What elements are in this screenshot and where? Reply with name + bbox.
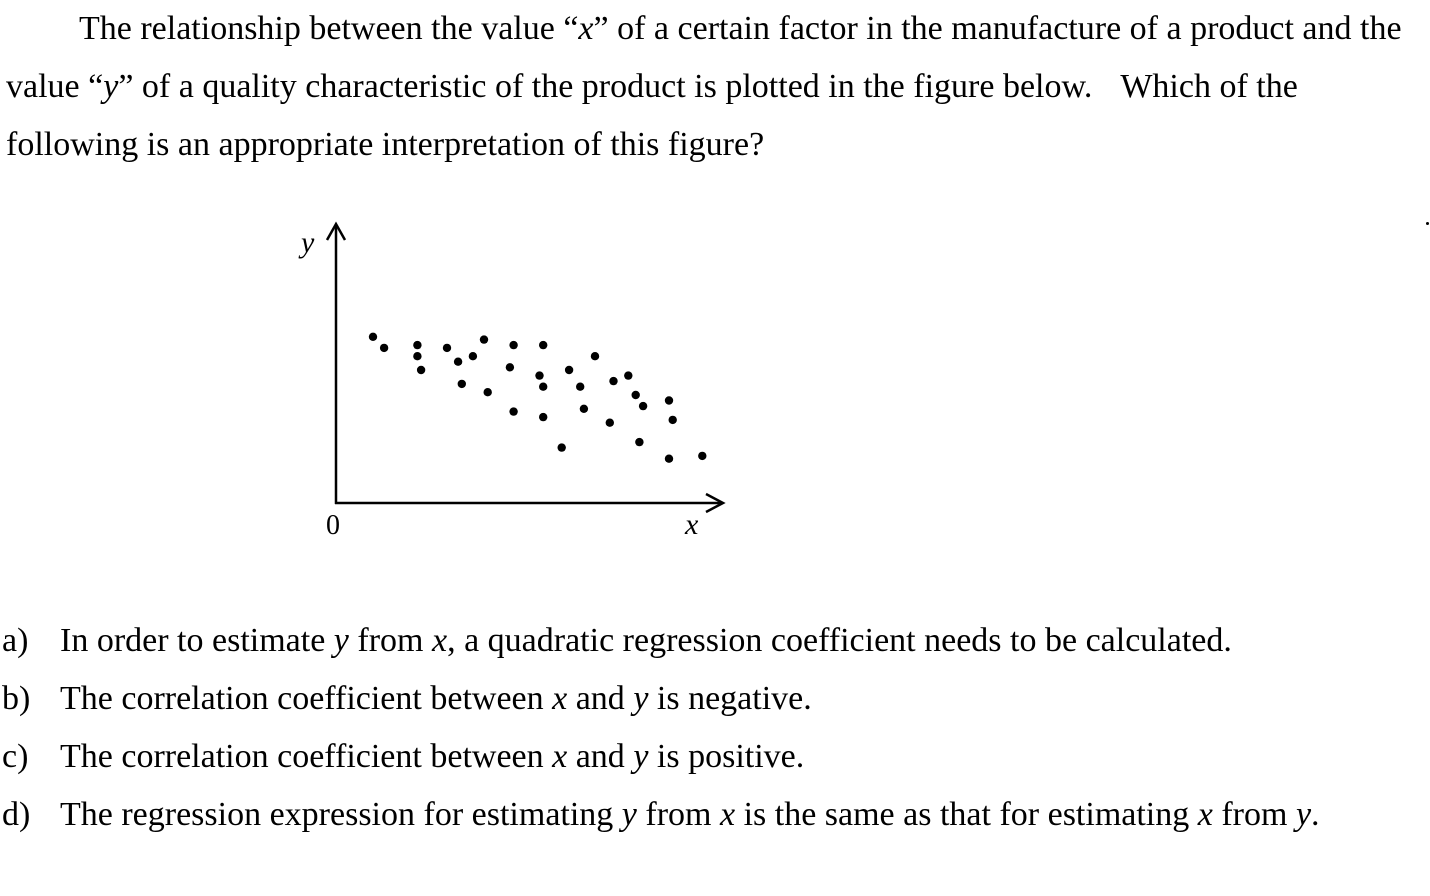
scatter-point-5 (416, 365, 426, 375)
scatter-point-10 (479, 335, 489, 344)
option-text-part: , a quadratic regression coefficient nee… (447, 622, 1232, 659)
option-variable: x (552, 680, 568, 717)
scatter-point-9 (468, 352, 478, 361)
origin-label: 0 (326, 510, 340, 541)
scatter-point-24 (605, 418, 614, 427)
data-points (368, 332, 707, 463)
stray-dot (1426, 222, 1429, 225)
scatter-point-26 (624, 371, 633, 380)
option-text-part: . (1311, 796, 1320, 833)
option-text-part: and (567, 680, 634, 717)
option-variable: y (633, 680, 649, 717)
scatter-point-15 (539, 340, 548, 350)
scatter-point-33 (698, 451, 707, 461)
scatter-point-29 (638, 401, 648, 411)
option-text: In order to estimate y from x, a quadrat… (60, 622, 1232, 659)
option-variable: x (552, 738, 568, 775)
scatter-point-30 (664, 396, 674, 405)
scatter-point-1 (368, 332, 378, 341)
option-text: The regression expression for estimating… (60, 796, 1320, 833)
option-text-part: The regression expression for estimating (60, 796, 622, 833)
scatter-point-2 (379, 343, 389, 353)
option-text: The correlation coefficient between x an… (60, 680, 812, 717)
scatter-point-23 (590, 352, 600, 361)
scatter-point-6 (442, 343, 452, 353)
scatter-point-20 (564, 365, 574, 375)
question-part-3: ” of a quality characteristic of the pro… (118, 68, 1093, 105)
option-variable: x (431, 622, 448, 659)
scatter-point-7 (453, 357, 463, 366)
option-variable: y (1295, 796, 1312, 833)
y-axis-label: y (298, 226, 315, 259)
scatter-point-22 (579, 404, 589, 413)
option-variable: x (719, 796, 736, 833)
option-text-part: and (567, 738, 634, 775)
option-text-part: from (1212, 796, 1296, 833)
answer-options: a) In order to estimate y from x, a quadr… (0, 612, 1430, 844)
scatter-plot: y x 0 (298, 221, 726, 541)
scatter-point-19 (557, 443, 566, 452)
question-var-x: x (578, 10, 594, 47)
option-text-part: The correlation coefficient between (60, 680, 553, 717)
option-text: The correlation coefficient between x an… (60, 738, 804, 775)
option-letter: b) (2, 680, 31, 717)
scatter-point-31 (668, 415, 677, 425)
scatter-figure: y x 0 (280, 210, 750, 550)
scatter-point-16 (535, 371, 544, 380)
option-text-part: is positive. (648, 738, 805, 775)
scatter-point-4 (413, 352, 422, 361)
option-variable: y (633, 738, 649, 775)
scatter-point-12 (509, 340, 518, 350)
scatter-point-25 (609, 376, 618, 386)
x-axis-label: x (684, 508, 699, 541)
scatter-point-21 (576, 382, 585, 391)
scatter-point-13 (505, 363, 515, 372)
option-text-part: The correlation coefficient between (60, 738, 553, 775)
option-text-part: from (636, 796, 720, 833)
scatter-point-14 (509, 407, 518, 416)
scatter-point-32 (664, 454, 674, 463)
option-text-part: is negative. (648, 680, 812, 717)
option-text-part: from (348, 622, 432, 659)
option-letter: a) (2, 622, 29, 659)
scatter-point-8 (457, 379, 466, 389)
scatter-point-3 (413, 340, 422, 350)
question-var-y: y (103, 68, 119, 105)
question-part-1: The relationship between the value “ (79, 10, 579, 47)
option-letter: c) (2, 738, 29, 775)
option-b[interactable]: b) The correlation coefficient between x … (0, 670, 1430, 728)
option-d[interactable]: d) The regression expression for estimati… (0, 786, 1430, 844)
option-variable: x (1197, 796, 1213, 833)
scatter-point-27 (631, 390, 640, 400)
option-variable: y (621, 796, 637, 833)
scatter-point-11 (483, 388, 492, 397)
option-c[interactable]: c) The correlation coefficient between x … (0, 728, 1430, 786)
scatter-point-17 (539, 382, 548, 391)
question-text: The relationship between the value “x ” o… (6, 0, 1406, 174)
option-text-part: In order to estimate (60, 622, 334, 659)
option-letter: d) (2, 796, 31, 833)
scatter-point-18 (539, 412, 548, 422)
option-text-part: is the same as that for estimating (735, 796, 1198, 833)
scatter-point-28 (635, 437, 644, 447)
option-variable: y (333, 622, 349, 659)
option-a[interactable]: a) In order to estimate y from x, a quadr… (0, 612, 1430, 670)
